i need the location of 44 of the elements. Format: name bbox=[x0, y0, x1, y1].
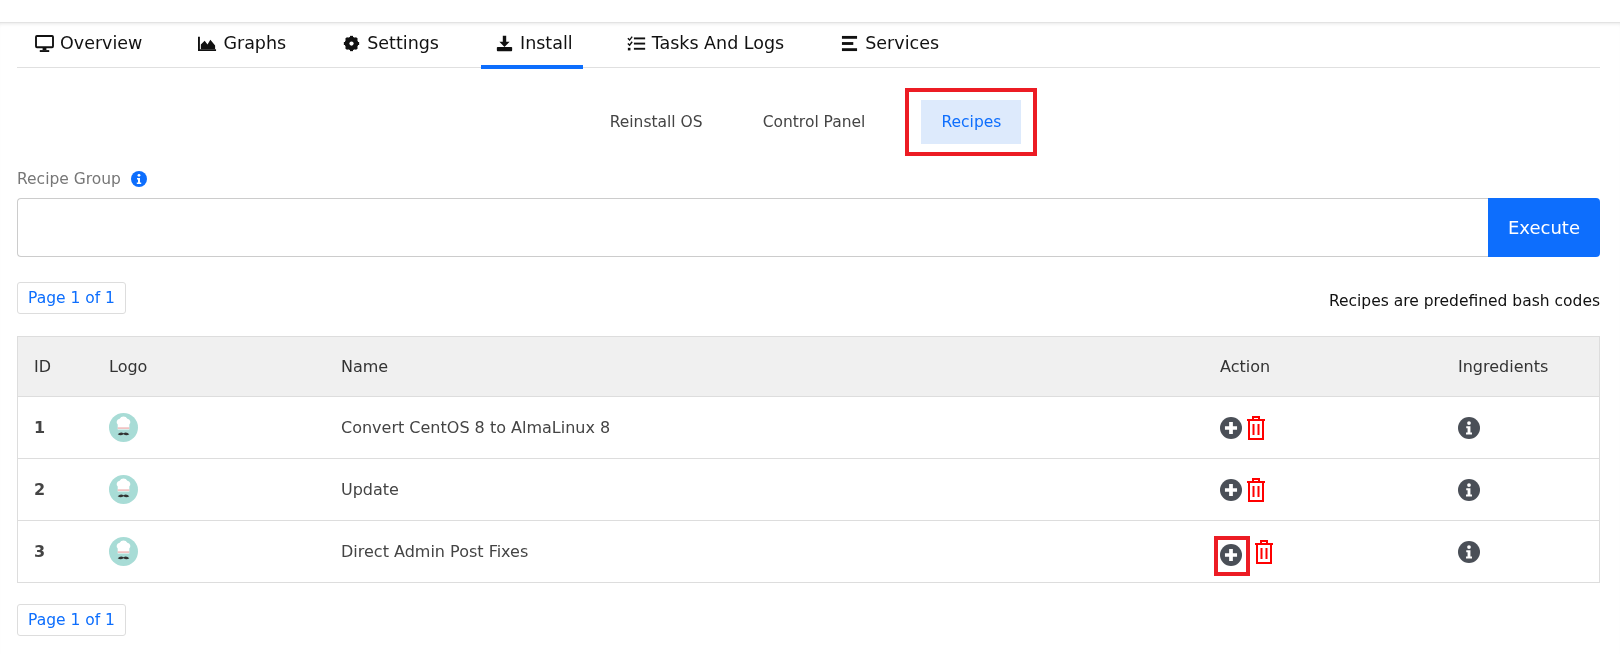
column-header: Ingredients bbox=[1457, 336, 1600, 397]
add-icon[interactable] bbox=[1220, 543, 1242, 566]
chef-hat-icon bbox=[109, 475, 138, 504]
nav-tab[interactable]: Tasks And Logs bbox=[626, 23, 797, 69]
table-cell: Convert CentOS 8 to AlmaLinux 8 bbox=[340, 396, 1219, 459]
column-header: Logo bbox=[108, 336, 340, 397]
sub-tab[interactable]: Reinstall OS bbox=[589, 100, 723, 144]
sub-tab[interactable]: Recipes bbox=[921, 100, 1022, 144]
checklist-icon bbox=[626, 34, 646, 52]
delete-icon[interactable] bbox=[1254, 539, 1274, 564]
table-cell: Update bbox=[340, 458, 1219, 521]
column-header: Action bbox=[1219, 336, 1457, 397]
field-label: Recipe Group bbox=[17, 170, 121, 188]
execute-button[interactable]: Execute bbox=[1488, 198, 1600, 257]
column-header: Name bbox=[340, 336, 1219, 397]
info-icon[interactable] bbox=[130, 171, 147, 187]
add-icon[interactable] bbox=[1220, 416, 1242, 439]
nav-tab[interactable]: Overview bbox=[35, 23, 155, 69]
table-cell: 2 bbox=[17, 458, 108, 521]
nav-tab[interactable]: Graphs bbox=[198, 23, 299, 69]
nav-tab[interactable]: Settings bbox=[342, 23, 451, 69]
help-text: Recipes are predefined bash codes bbox=[1328, 292, 1600, 312]
pagination-button[interactable]: Page 1 of 1 bbox=[17, 282, 126, 314]
info-icon[interactable] bbox=[1458, 540, 1480, 563]
add-icon[interactable] bbox=[1220, 478, 1242, 501]
monitor-icon bbox=[35, 34, 54, 52]
table-cell: Direct Admin Post Fixes bbox=[340, 520, 1219, 583]
table-cell: 1 bbox=[17, 396, 108, 459]
nav-tab[interactable]: Install bbox=[480, 23, 583, 69]
delete-icon[interactable] bbox=[1246, 477, 1266, 502]
gear-icon bbox=[342, 34, 362, 52]
info-icon[interactable] bbox=[1458, 416, 1480, 439]
download-icon bbox=[494, 34, 514, 52]
delete-icon[interactable] bbox=[1246, 415, 1266, 440]
chef-hat-icon bbox=[109, 413, 138, 442]
pagination-button[interactable]: Page 1 of 1 bbox=[17, 604, 126, 636]
nav-tab[interactable]: Services bbox=[840, 23, 951, 69]
column-header: ID bbox=[17, 336, 108, 397]
area-chart-icon bbox=[198, 34, 218, 52]
info-icon[interactable] bbox=[1458, 478, 1480, 501]
sub-tab[interactable]: Control Panel bbox=[742, 100, 886, 144]
table-cell: 3 bbox=[17, 520, 108, 583]
list-icon bbox=[840, 34, 860, 52]
chef-hat-icon bbox=[109, 537, 138, 566]
